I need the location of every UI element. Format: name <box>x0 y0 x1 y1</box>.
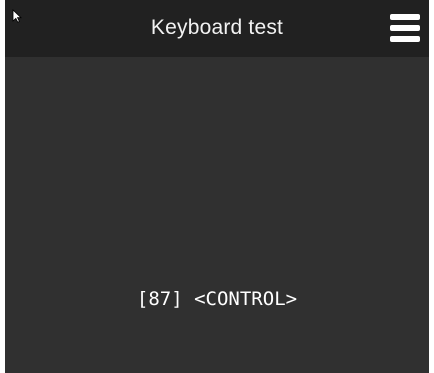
menu-bar-bottom <box>390 36 420 42</box>
menu-bar-middle <box>390 25 420 31</box>
keyboard-test-screen: Keyboard test [87] <CONTROL> <box>5 0 429 373</box>
menu-bar-top <box>390 14 420 20</box>
key-event-text: [87] <CONTROL> <box>136 288 298 310</box>
hamburger-menu-icon[interactable] <box>388 11 422 45</box>
app-bar: Keyboard test <box>5 0 429 57</box>
page-title: Keyboard test <box>150 16 284 39</box>
